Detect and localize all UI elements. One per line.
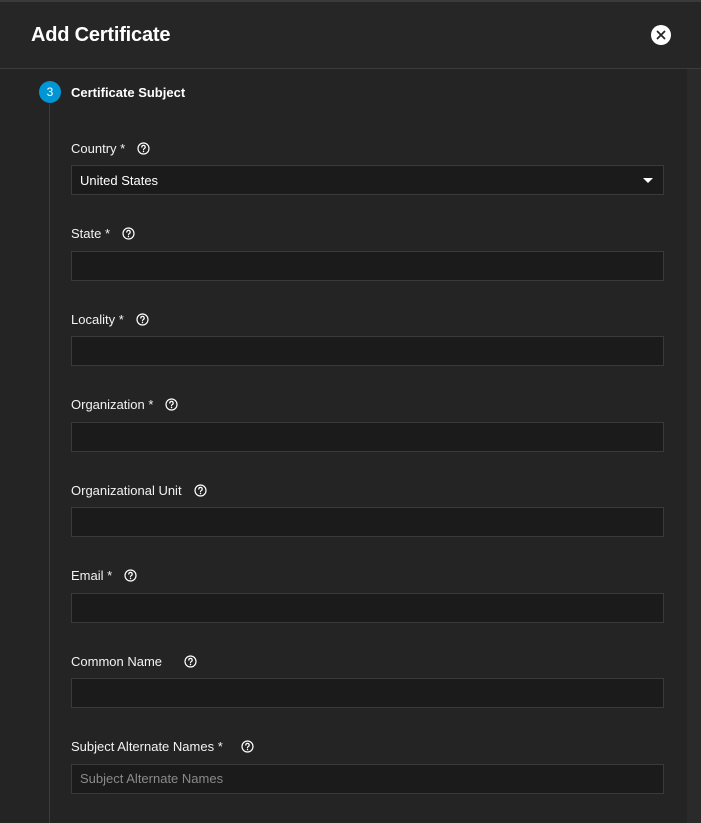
organization-field: Organization * (71, 396, 664, 482)
scrollbar[interactable] (687, 69, 701, 823)
email-input[interactable] (71, 592, 664, 623)
help-icon[interactable] (136, 312, 149, 326)
help-icon[interactable] (124, 569, 137, 582)
add-certificate-dialog: Add Certificate 3 Certificate Subject Co… (0, 0, 701, 823)
subject-alternate-names-field: Subject Alternate Names * (71, 738, 664, 823)
step-header[interactable]: 3 Certificate Subject (39, 81, 185, 103)
organizational-unit-field: Organizational Unit (71, 481, 664, 567)
common-name-label: Common Name (71, 653, 163, 669)
locality-input[interactable] (71, 336, 664, 366)
country-field: Country * United States (71, 139, 664, 225)
country-label: Country * (71, 140, 126, 156)
state-field: State * (71, 225, 664, 311)
organizational-unit-input[interactable] (71, 507, 664, 537)
email-field: Email * (71, 567, 664, 653)
organization-label: Organization * (71, 397, 154, 412)
stepper-line (49, 104, 50, 823)
help-icon[interactable] (241, 740, 254, 753)
help-icon[interactable] (193, 483, 207, 497)
step-label: Certificate Subject (71, 84, 186, 100)
dialog-content: 3 Certificate Subject Country * United S… (0, 69, 701, 823)
help-icon[interactable] (184, 654, 197, 668)
dialog-header: Add Certificate (0, 2, 701, 69)
dropdown-caret-icon (643, 177, 653, 183)
help-icon[interactable] (137, 141, 150, 155)
organizational-unit-label: Organizational Unit (71, 482, 182, 498)
subject-alternate-names-input[interactable] (71, 763, 664, 794)
locality-label: Locality * (71, 311, 124, 327)
country-select[interactable]: United States (71, 165, 664, 195)
organization-input[interactable] (71, 421, 664, 452)
close-icon (656, 30, 666, 40)
help-icon[interactable] (122, 227, 135, 240)
state-input[interactable] (71, 250, 664, 281)
help-icon[interactable] (165, 398, 178, 411)
country-selected-value: United States (80, 172, 159, 188)
common-name-field: Common Name (71, 652, 664, 738)
locality-field: Locality * (71, 310, 664, 396)
step-number-badge: 3 (39, 81, 61, 103)
certificate-subject-form: Country * United States State * Locality… (71, 139, 664, 823)
close-button[interactable] (651, 25, 671, 45)
dialog-title: Add Certificate (31, 23, 171, 46)
email-label: Email * (71, 568, 113, 583)
subject-alternate-names-label: Subject Alternate Names * (71, 739, 223, 754)
common-name-input[interactable] (71, 678, 664, 708)
state-label: State * (71, 226, 111, 241)
